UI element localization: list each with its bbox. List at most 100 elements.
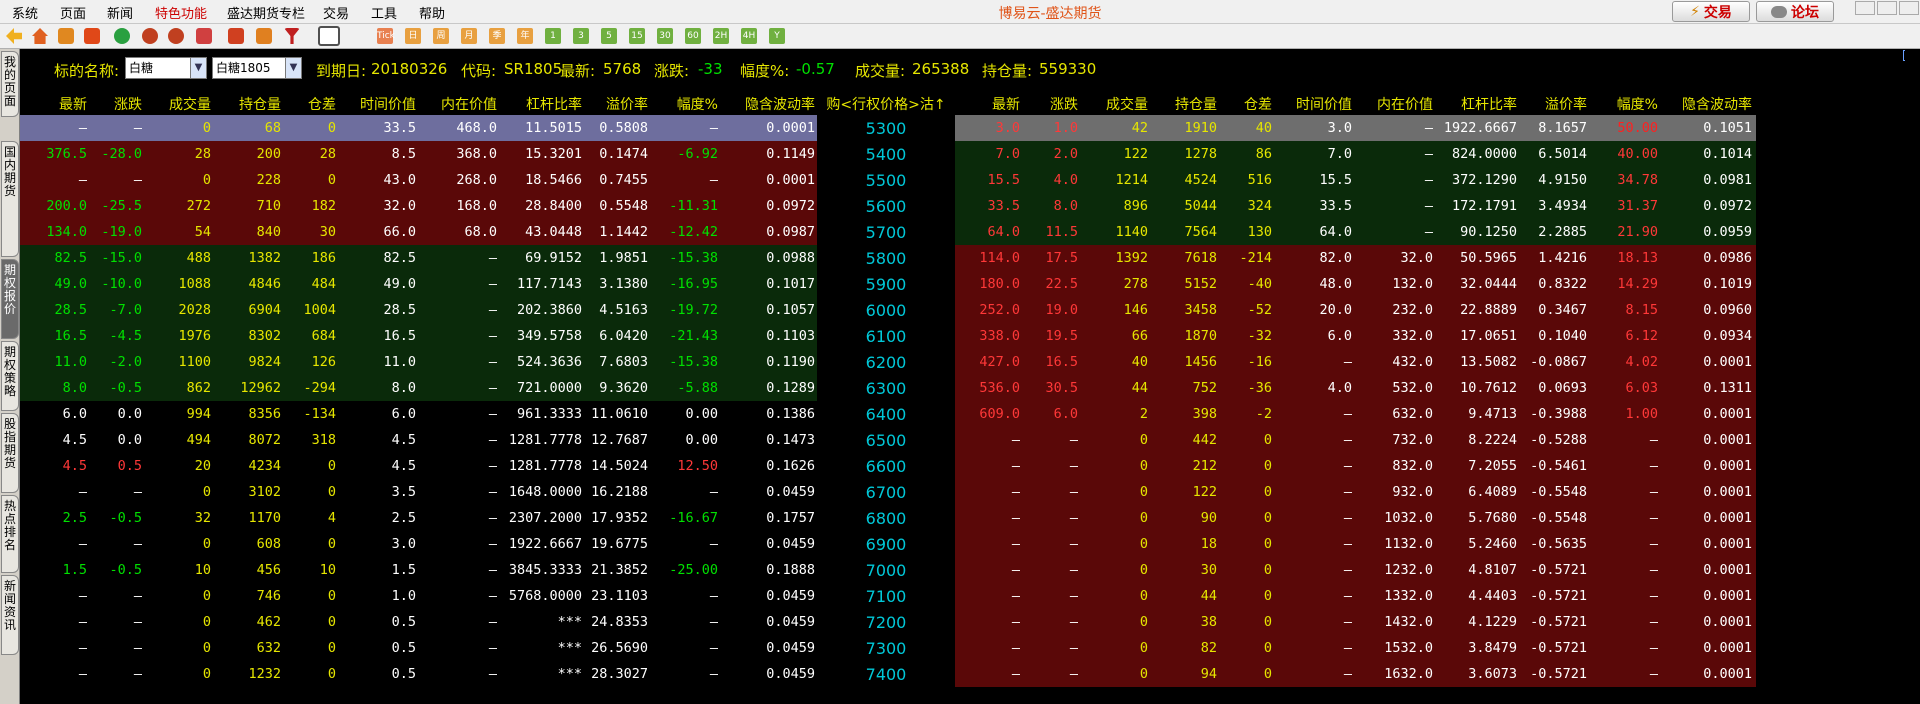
put-column-header[interactable]: 溢价率 bbox=[1522, 94, 1587, 114]
back-icon[interactable] bbox=[6, 28, 22, 44]
table-row[interactable]: 4.5 0.0 494 8072 318 4.5 — 1281.7778 12.7687 0.00… bbox=[20, 427, 1905, 453]
table-row[interactable]: — — 0 632 0 0.5 — *** 26.5690 — 0.0459 7300 — — 0 82 0 — 1… bbox=[20, 635, 1905, 661]
period-30m-button[interactable]: 30 bbox=[657, 28, 673, 44]
tab-option-strategy[interactable]: 期权策略 bbox=[1, 341, 19, 411]
call-column-header[interactable]: 内在价值 bbox=[417, 94, 497, 114]
table-row[interactable]: 49.0 -10.0 1088 4846 484 49.0 — 117.7143 3.1380 -… bbox=[20, 271, 1905, 297]
period-year-button[interactable]: 年 bbox=[517, 28, 533, 44]
period-4h-button[interactable]: 4H bbox=[741, 28, 757, 44]
put-column-header[interactable]: 成交量 bbox=[1078, 94, 1148, 114]
put-column-header[interactable]: 内在价值 bbox=[1353, 94, 1433, 114]
period-5m-button[interactable]: 5 bbox=[601, 28, 617, 44]
strike-price[interactable]: 6900 bbox=[826, 535, 946, 554]
close-icon[interactable] bbox=[1899, 1, 1919, 15]
period-tick-button[interactable]: Tick bbox=[377, 28, 395, 44]
put-column-header[interactable]: 仓差 bbox=[1217, 94, 1272, 114]
menu-tools[interactable]: 工具 bbox=[371, 3, 397, 22]
strike-price[interactable]: 6100 bbox=[826, 327, 946, 346]
table-row[interactable]: 1.5 -0.5 10 456 10 1.5 — 3845.3333 21.3852 -25.00… bbox=[20, 557, 1905, 583]
strike-price[interactable]: 6000 bbox=[826, 301, 946, 320]
trade-button[interactable]: ⚡ 交易 bbox=[1672, 1, 1750, 22]
zoom-out-icon[interactable] bbox=[168, 28, 184, 44]
minimize-icon[interactable] bbox=[1855, 1, 1875, 15]
strike-column-header[interactable]: 购<行权价格>沽↑ bbox=[811, 94, 961, 114]
strike-price[interactable]: 6800 bbox=[826, 509, 946, 528]
home-icon[interactable] bbox=[32, 28, 48, 44]
strike-price[interactable]: 7100 bbox=[826, 587, 946, 606]
call-column-header[interactable]: 最新 bbox=[17, 94, 87, 114]
call-column-header[interactable]: 幅度% bbox=[648, 94, 718, 114]
period-60m-button[interactable]: 60 bbox=[685, 28, 701, 44]
put-column-header[interactable]: 持仓量 bbox=[1147, 94, 1217, 114]
list-view-icon[interactable] bbox=[318, 26, 340, 46]
table-row[interactable]: 4.5 0.5 20 4234 0 4.5 — 1281.7778 14.5024 12.50 0.… bbox=[20, 453, 1905, 479]
put-column-header[interactable]: 杠杆比率 bbox=[1432, 94, 1517, 114]
table-row[interactable]: 134.0 -19.0 54 840 30 66.0 68.0 43.0448 1.1442 -1… bbox=[20, 219, 1905, 245]
period-month-button[interactable]: 月 bbox=[461, 28, 477, 44]
menu-shengda-column[interactable]: 盛达期货专栏 bbox=[227, 3, 305, 22]
table-row[interactable]: 8.0 -0.5 862 12962 -294 8.0 — 721.0000 9.3620 -5.… bbox=[20, 375, 1905, 401]
call-column-header[interactable]: 持仓量 bbox=[211, 94, 281, 114]
strike-price[interactable]: 6300 bbox=[826, 379, 946, 398]
put-column-header[interactable]: 隐含波动率 bbox=[1656, 94, 1752, 114]
menu-page[interactable]: 页面 bbox=[60, 3, 86, 22]
table-row[interactable]: — — 0 462 0 0.5 — *** 24.8353 — 0.0459 7200 — — 0 38 0 — 1… bbox=[20, 609, 1905, 635]
call-column-header[interactable]: 仓差 bbox=[281, 94, 336, 114]
period-2h-button[interactable]: 2H bbox=[713, 28, 729, 44]
brush-icon[interactable] bbox=[256, 28, 272, 44]
tab-option-quotes[interactable]: 期权报价 bbox=[1, 259, 19, 339]
tab-index-futures[interactable]: 股指期货 bbox=[1, 413, 19, 493]
strike-price[interactable]: 5500 bbox=[826, 171, 946, 190]
table-row[interactable]: 200.0 -25.5 272 710 182 32.0 168.0 28.8400 0.554… bbox=[20, 193, 1905, 219]
strike-price[interactable]: 5300 bbox=[826, 119, 946, 138]
menu-system[interactable]: 系统 bbox=[12, 3, 38, 22]
underlying-select[interactable]: 白糖 ▼ bbox=[125, 57, 207, 79]
strike-price[interactable]: 7200 bbox=[826, 613, 946, 632]
period-day-button[interactable]: 日 bbox=[405, 28, 421, 44]
strike-price[interactable]: 5700 bbox=[826, 223, 946, 242]
table-row[interactable]: — — 0 3102 0 3.5 — 1648.0000 16.2188 — 0.0459 6700 —… bbox=[20, 479, 1905, 505]
window-icon[interactable] bbox=[196, 28, 212, 44]
strike-price[interactable]: 6600 bbox=[826, 457, 946, 476]
filter-icon[interactable] bbox=[284, 28, 300, 44]
table-row[interactable]: 28.5 -7.0 2028 6904 1004 28.5 — 202.3860 4.5163 -… bbox=[20, 297, 1905, 323]
put-column-header[interactable]: 涨跌 bbox=[1023, 94, 1078, 114]
period-1m-button[interactable]: 1 bbox=[545, 28, 561, 44]
forum-button[interactable]: 论坛 bbox=[1756, 1, 1834, 22]
strike-price[interactable]: 6400 bbox=[826, 405, 946, 424]
strike-price[interactable]: 6500 bbox=[826, 431, 946, 450]
table-row[interactable]: — — 0 608 0 3.0 — 1922.6667 19.6775 — 0.0459 6900 — —… bbox=[20, 531, 1905, 557]
strike-price[interactable]: 6700 bbox=[826, 483, 946, 502]
table-row[interactable]: 82.5 -15.0 488 1382 186 82.5 — 69.9152 1.9851 -15… bbox=[20, 245, 1905, 271]
period-week-button[interactable]: 周 bbox=[433, 28, 449, 44]
call-column-header[interactable]: 杠杆比率 bbox=[497, 94, 582, 114]
call-column-header[interactable]: 时间价值 bbox=[336, 94, 416, 114]
strike-price[interactable]: 5900 bbox=[826, 275, 946, 294]
put-column-header[interactable]: 幅度% bbox=[1588, 94, 1658, 114]
menu-help[interactable]: 帮助 bbox=[419, 3, 445, 22]
table-row[interactable]: — — 0 1232 0 0.5 — *** 28.3027 — 0.0459 7400 — — 0 94 0 —… bbox=[20, 661, 1905, 687]
menu-news[interactable]: 新闻 bbox=[107, 3, 133, 22]
strike-price[interactable]: 5400 bbox=[826, 145, 946, 164]
put-column-header[interactable]: 最新 bbox=[950, 94, 1020, 114]
contract-select[interactable]: 白糖1805 ▼ bbox=[212, 57, 302, 79]
table-row[interactable]: 16.5 -4.5 1976 8302 684 16.5 — 349.5758 6.0420 -2… bbox=[20, 323, 1905, 349]
book-icon[interactable] bbox=[58, 28, 74, 44]
strike-price[interactable]: 7000 bbox=[826, 561, 946, 580]
period-15m-button[interactable]: 15 bbox=[629, 28, 645, 44]
table-row[interactable]: — — 0 68 0 33.5 468.0 11.5015 0.5808 — 0.0001 5300 3… bbox=[20, 115, 1905, 141]
period-quarter-button[interactable]: 季 bbox=[489, 28, 505, 44]
strike-price[interactable]: 5800 bbox=[826, 249, 946, 268]
strike-price[interactable]: 6200 bbox=[826, 353, 946, 372]
table-row[interactable]: 2.5 -0.5 32 1170 4 2.5 — 2307.2000 17.9352 -16.67… bbox=[20, 505, 1905, 531]
maximize-icon[interactable] bbox=[1877, 1, 1897, 15]
period-y-button[interactable]: Y bbox=[769, 28, 785, 44]
table-row[interactable]: 11.0 -2.0 1100 9824 126 11.0 — 524.3636 7.6803 -1… bbox=[20, 349, 1905, 375]
strike-price[interactable]: 7300 bbox=[826, 639, 946, 658]
zoom-in-icon[interactable] bbox=[142, 28, 158, 44]
call-column-header[interactable]: 隐含波动率 bbox=[719, 94, 815, 114]
news-icon[interactable] bbox=[84, 28, 100, 44]
call-column-header[interactable]: 成交量 bbox=[141, 94, 211, 114]
table-row[interactable]: — — 0 228 0 43.0 268.0 18.5466 0.7455 — 0.0001 5500… bbox=[20, 167, 1905, 193]
call-column-header[interactable]: 溢价率 bbox=[583, 94, 648, 114]
